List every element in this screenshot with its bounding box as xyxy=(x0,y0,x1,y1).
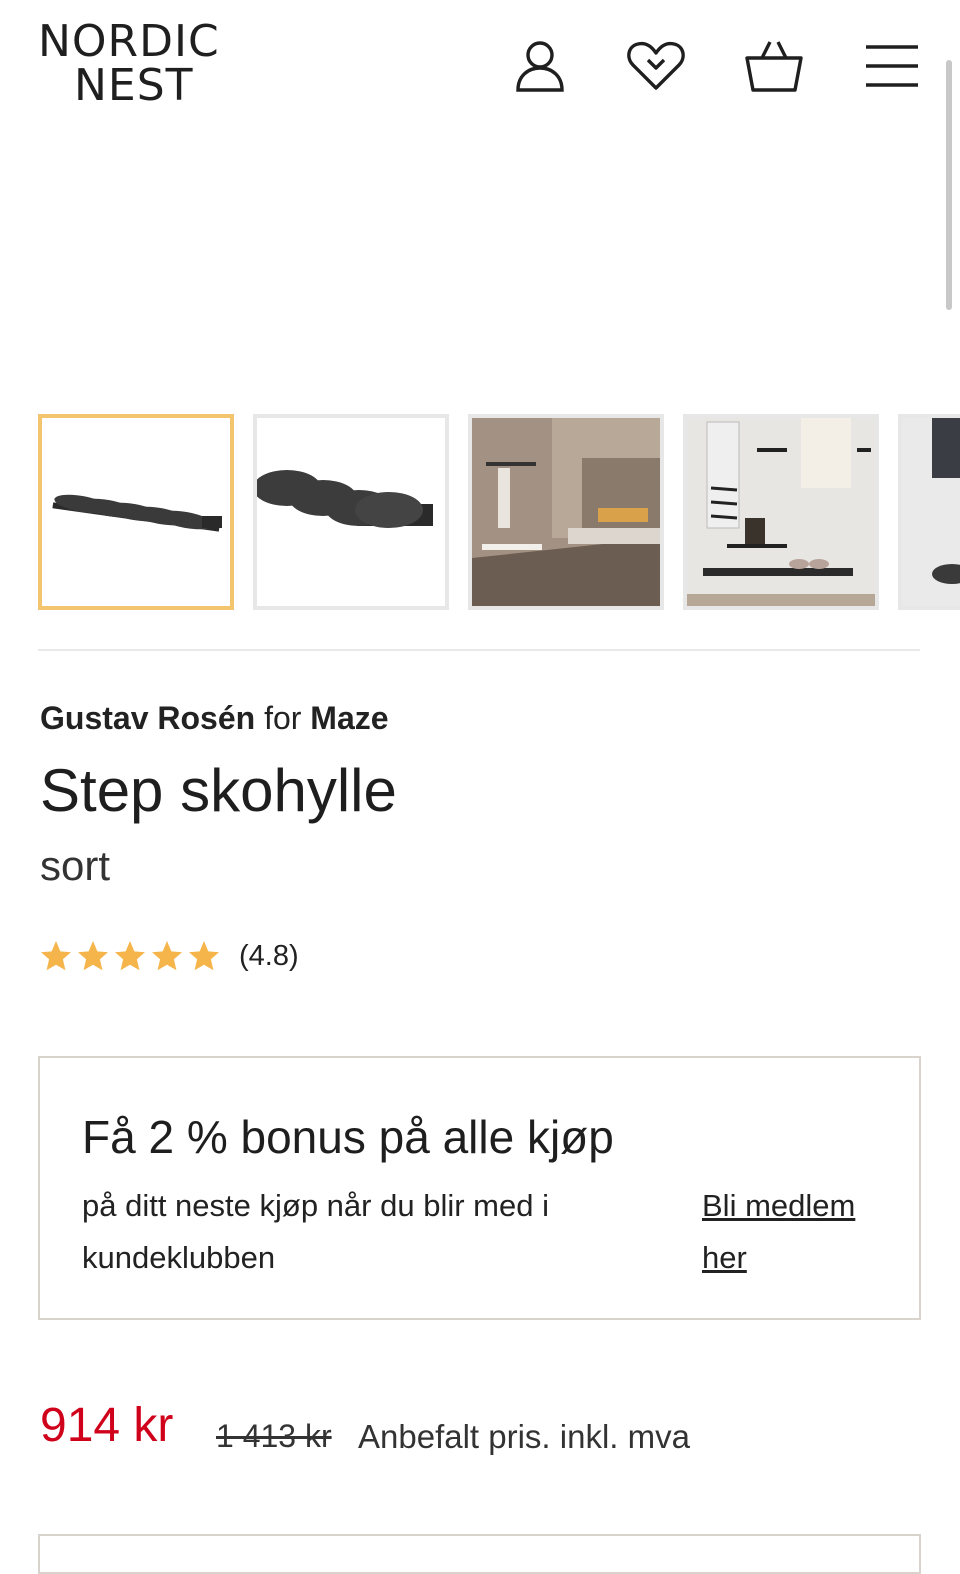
partial-product-image xyxy=(902,418,960,606)
logo-line-1: NORDIC xyxy=(38,16,220,67)
section-divider xyxy=(38,649,920,651)
bonus-box: Få 2 % bonus på alle kjøp på ditt neste … xyxy=(38,1056,921,1320)
thumbnail-strip[interactable] xyxy=(38,414,960,611)
product-variant: sort xyxy=(40,842,111,889)
shoe-shelf-image xyxy=(52,494,222,532)
heart-icon[interactable] xyxy=(626,36,686,96)
star-icon xyxy=(115,941,145,971)
product-title: Step skohylle xyxy=(40,757,397,824)
user-icon[interactable] xyxy=(510,36,570,96)
logo-line-2: NEST xyxy=(74,60,194,111)
product-rating[interactable]: (4.8) xyxy=(38,938,299,974)
thumbnail-shoe-shelf-front[interactable] xyxy=(38,414,234,610)
bonus-heading: Få 2 % bonus på alle kjøp xyxy=(82,1111,614,1163)
thumbnail-partial-image[interactable] xyxy=(898,414,960,610)
menu-icon[interactable] xyxy=(862,36,922,96)
designer-name[interactable]: Gustav Rosén xyxy=(40,700,255,736)
site-logo[interactable]: NORDIC NEST xyxy=(38,20,228,108)
thumbnail-hallway-interior[interactable] xyxy=(468,414,664,610)
for-text: for xyxy=(264,700,302,736)
shoe-shelf-closeup-image xyxy=(257,470,433,528)
star-icon xyxy=(152,941,182,971)
rating-value: (4.8) xyxy=(239,939,299,972)
star-icon xyxy=(189,941,219,971)
thumbnail-wall-hooks-interior[interactable] xyxy=(683,414,879,610)
bonus-text: på ditt neste kjøp når du blir med i kun… xyxy=(82,1188,549,1275)
star-icon xyxy=(41,941,71,971)
brand-name[interactable]: Maze xyxy=(310,700,388,736)
star-icon xyxy=(78,941,108,971)
current-price: 914 kr xyxy=(40,1399,174,1452)
join-club-link[interactable]: Bli medlem her xyxy=(702,1180,902,1284)
thumbnail-shoe-shelf-angle[interactable] xyxy=(253,414,449,610)
wall-hooks-image xyxy=(687,418,875,606)
original-price: 1 413 kr xyxy=(216,1418,332,1454)
next-section-box xyxy=(38,1534,921,1574)
product-brand-line: Gustav Rosén for Maze xyxy=(40,700,389,737)
scrollbar[interactable] xyxy=(946,60,952,310)
hallway-image xyxy=(472,418,660,606)
price-note: Anbefalt pris. inkl. mva xyxy=(358,1418,690,1455)
basket-icon[interactable] xyxy=(744,36,804,96)
